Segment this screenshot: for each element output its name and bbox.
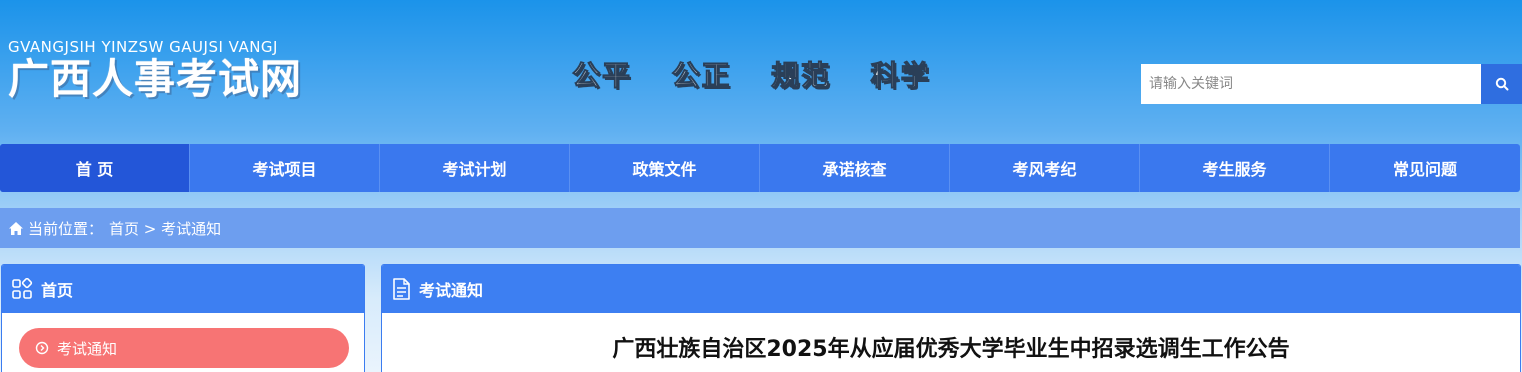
- main-nav: 首 页 考试项目 考试计划 政策文件 承诺核查 考风考纪 考生服务 常见问题: [0, 144, 1520, 192]
- site-slogan: 公平 公正 规范 科学: [572, 59, 931, 93]
- search-icon: [1495, 77, 1509, 91]
- circle-chevron-icon: [35, 341, 49, 355]
- breadcrumb-path[interactable]: 首页 > 考试通知: [109, 218, 221, 239]
- search-box: [1141, 64, 1522, 104]
- page-header: GVANGJSIH YINZSW GAUJSI VANGJ 广西人事考试网 公平…: [0, 0, 1522, 144]
- logo-title: 广西人事考试网: [8, 55, 302, 103]
- content-header: 考试通知: [382, 265, 1520, 313]
- content-section-title: 考试通知: [419, 281, 484, 300]
- sidebar-item-label: 考试通知: [57, 339, 118, 358]
- sidebar-item-exam-notice[interactable]: 考试通知: [19, 328, 349, 368]
- content-panel: 考试通知 广西壮族自治区2025年从应届优秀大学毕业生中招录选调生工作公告: [381, 264, 1521, 372]
- nav-item-exam-discipline[interactable]: 考风考纪: [950, 144, 1140, 192]
- sidebar-header: 首页: [2, 265, 364, 313]
- breadcrumb: 当前位置： 首页 > 考试通知: [0, 208, 1520, 248]
- nav-item-commitment-check[interactable]: 承诺核查: [760, 144, 950, 192]
- article-title: 广西壮族自治区2025年从应届优秀大学毕业生中招录选调生工作公告: [612, 337, 1290, 362]
- search-input[interactable]: [1141, 64, 1481, 104]
- search-button[interactable]: [1481, 64, 1522, 104]
- grid-icon: [11, 278, 33, 300]
- nav-item-faq[interactable]: 常见问题: [1330, 144, 1520, 192]
- home-icon: [8, 221, 24, 236]
- logo-pinyin: GVANGJSIH YINZSW GAUJSI VANGJ: [8, 38, 278, 56]
- nav-item-candidate-service[interactable]: 考生服务: [1140, 144, 1330, 192]
- nav-item-exam-plan[interactable]: 考试计划: [380, 144, 570, 192]
- breadcrumb-prefix: 当前位置：: [28, 219, 104, 238]
- sidebar-title: 首页: [41, 281, 74, 300]
- sidebar-panel: 首页 考试通知: [1, 264, 365, 372]
- nav-item-home[interactable]: 首 页: [0, 144, 190, 192]
- site-logo[interactable]: GVANGJSIH YINZSW GAUJSI VANGJ 广西人事考试网: [8, 38, 302, 102]
- document-icon: [391, 277, 411, 301]
- nav-item-policy-docs[interactable]: 政策文件: [570, 144, 760, 192]
- nav-item-exam-projects[interactable]: 考试项目: [190, 144, 380, 192]
